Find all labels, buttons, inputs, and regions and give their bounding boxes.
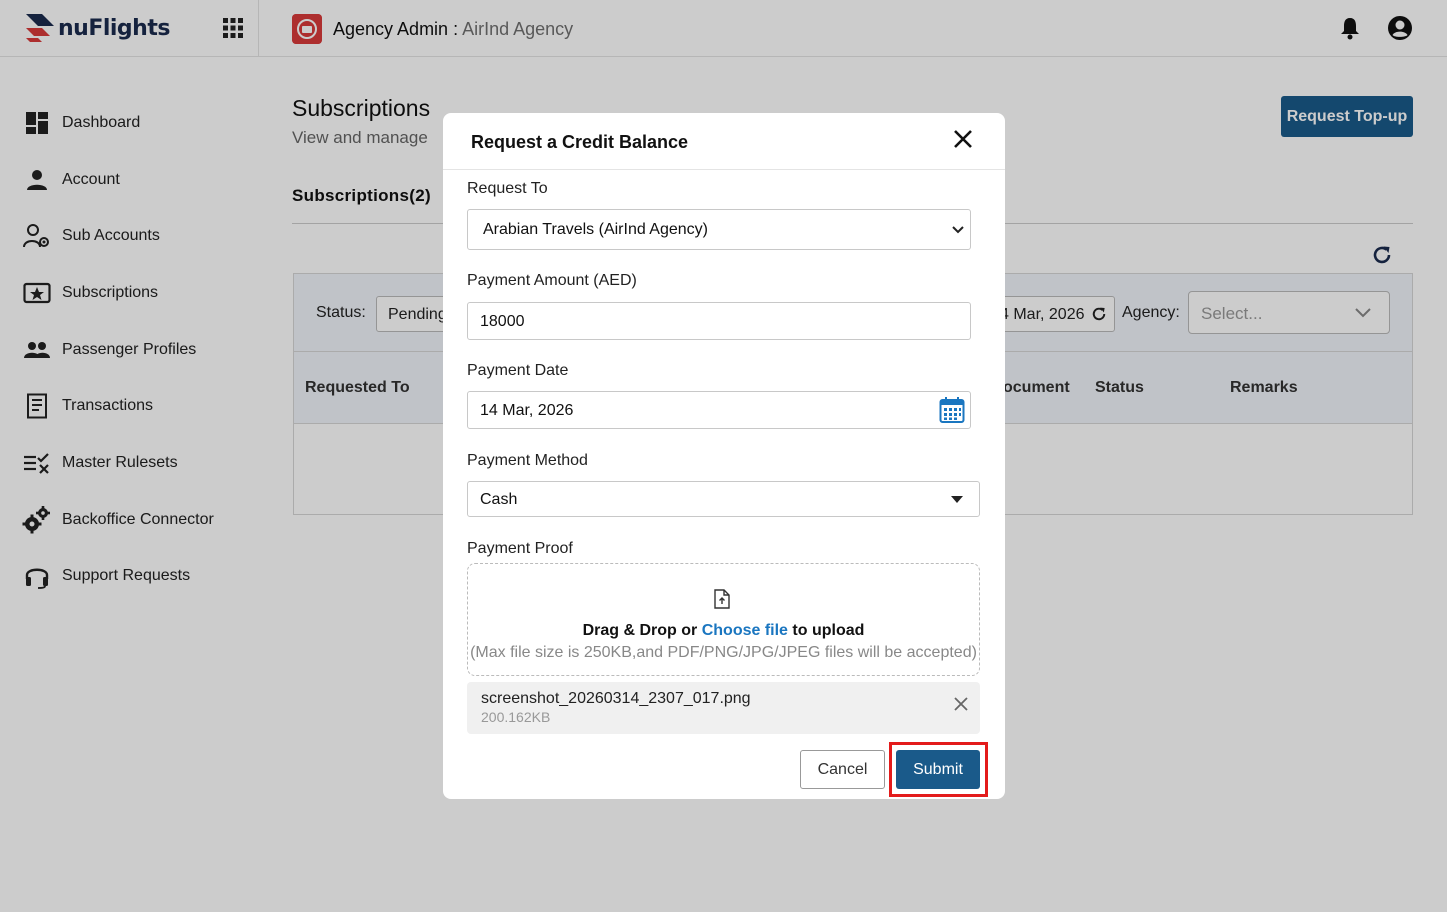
payment-method-select[interactable]: Cash: [467, 481, 980, 517]
file-upload-icon: [714, 589, 730, 609]
payment-method-label: Payment Method: [467, 452, 588, 469]
drop-zone-upload-text: to upload: [787, 622, 865, 639]
request-to-value: Arabian Travels (AirInd Agency): [483, 221, 708, 238]
calendar-icon[interactable]: [939, 396, 965, 424]
drop-zone-drag-text: Drag & Drop or: [582, 622, 702, 639]
modal-title: Request a Credit Balance: [471, 132, 689, 152]
payment-amount-input[interactable]: 18000: [467, 302, 971, 340]
payment-date-value: 14 Mar, 2026: [480, 402, 574, 419]
uploaded-file-size: 200.162KB: [481, 709, 551, 725]
payment-date-input[interactable]: 14 Mar, 2026: [467, 391, 971, 429]
caret-down-icon: [951, 496, 963, 503]
credit-balance-modal: Request a Credit Balance Request To Arab…: [443, 113, 1005, 799]
uploaded-file-item: screenshot_20260314_2307_017.png 200.162…: [467, 682, 980, 734]
drop-zone-instructions: Drag & Drop or Choose file to upload: [468, 622, 979, 640]
request-to-label: Request To: [467, 180, 548, 197]
file-size-note: (Max file size is 250KB,and PDF/PNG/JPG/…: [470, 644, 977, 661]
request-to-select[interactable]: Arabian Travels (AirInd Agency): [467, 209, 971, 250]
close-icon[interactable]: [951, 127, 975, 151]
uploaded-file-name: screenshot_20260314_2307_017.png: [481, 690, 751, 707]
payment-amount-label: Payment Amount (AED): [467, 272, 637, 289]
remove-file-icon[interactable]: [953, 696, 969, 712]
modal-header-divider: [443, 169, 1005, 170]
file-drop-zone[interactable]: Drag & Drop or Choose file to upload (Ma…: [467, 563, 980, 676]
submit-button[interactable]: Submit: [896, 750, 980, 789]
payment-proof-label: Payment Proof: [467, 540, 573, 557]
cancel-button[interactable]: Cancel: [800, 750, 885, 789]
payment-method-value: Cash: [480, 491, 518, 508]
payment-date-label: Payment Date: [467, 362, 569, 379]
chevron-down-icon: [952, 226, 964, 234]
choose-file-link[interactable]: Choose file: [702, 622, 788, 639]
